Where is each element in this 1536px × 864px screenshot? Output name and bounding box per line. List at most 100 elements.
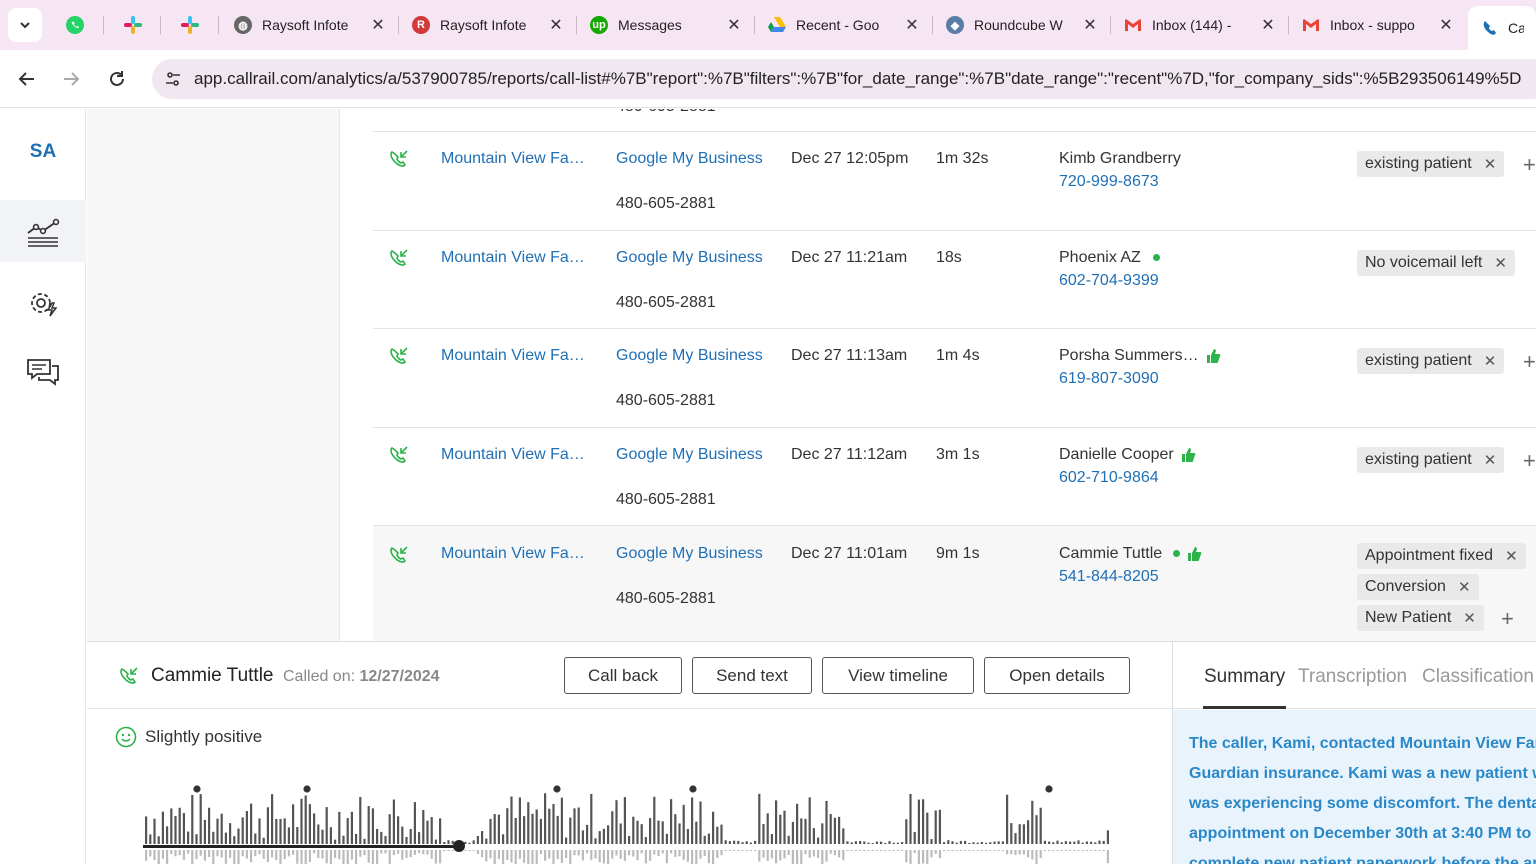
tab-search-button[interactable] <box>8 8 42 42</box>
source-link[interactable]: Google My Business <box>616 347 763 365</box>
waveform-bar <box>384 836 387 844</box>
source-link[interactable]: Google My Business <box>616 150 763 168</box>
waveform-bar <box>581 830 584 844</box>
waveform-marker[interactable] <box>553 785 561 793</box>
add-tag-button[interactable]: + <box>1523 351 1536 373</box>
company-link[interactable]: Mountain View Fa… <box>441 545 585 563</box>
caller-phone-link[interactable]: 541-844-8205 <box>1059 568 1159 586</box>
waveform-bar-lower <box>258 850 261 855</box>
waveform-bar-lower <box>380 850 383 854</box>
sidebar-item-conversations[interactable] <box>0 342 86 404</box>
sidebar-item-analytics[interactable] <box>0 200 86 262</box>
waveform-bar <box>577 807 580 844</box>
waveform-bar <box>951 841 954 844</box>
close-icon[interactable]: ✕ <box>1260 15 1276 35</box>
pinned-tab-slack-1[interactable] <box>118 10 148 40</box>
sidebar-item-settings[interactable] <box>0 273 86 335</box>
waveform-marker[interactable] <box>1045 785 1053 793</box>
tab-transcription[interactable]: Transcription <box>1298 666 1407 688</box>
remove-tag-icon[interactable]: ✕ <box>1463 609 1476 627</box>
caller-phone-link[interactable]: 602-704-9399 <box>1059 272 1159 290</box>
close-icon[interactable]: ✕ <box>548 15 564 35</box>
source-link[interactable]: Google My Business <box>616 446 763 464</box>
caller-phone-link[interactable]: 602-710-9864 <box>1059 469 1159 487</box>
table-row[interactable]: Mountain View Fa… Google My Business 480… <box>373 427 1536 525</box>
audio-waveform[interactable] <box>143 782 1113 864</box>
waveform-marker[interactable] <box>689 785 697 793</box>
view-timeline-button[interactable]: View timeline <box>822 657 974 694</box>
close-icon[interactable]: ✕ <box>1082 15 1098 35</box>
company-link[interactable]: Mountain View Fa… <box>441 249 585 267</box>
source-link[interactable]: Google My Business <box>616 249 763 267</box>
reload-button[interactable] <box>102 64 132 94</box>
waveform-bar-lower <box>241 850 244 857</box>
account-initials[interactable]: SA <box>0 141 86 163</box>
waveform-marker[interactable] <box>303 785 311 793</box>
add-tag-button[interactable]: + <box>1523 154 1536 176</box>
pinned-tab-whatsapp[interactable] <box>60 10 90 40</box>
waveform-marker[interactable] <box>193 785 201 793</box>
waveform-bar <box>934 810 937 844</box>
remove-tag-icon[interactable]: ✕ <box>1484 451 1497 469</box>
company-link[interactable]: Mountain View Fa… <box>441 446 585 464</box>
tab-raysoft-1[interactable]: ◍ Raysoft Infote ✕ <box>222 6 398 44</box>
tab-callrail-active[interactable]: Call <box>1468 6 1536 50</box>
remove-tag-icon[interactable]: ✕ <box>1484 352 1497 370</box>
close-icon[interactable]: ✕ <box>1438 15 1454 35</box>
back-button[interactable] <box>12 64 42 94</box>
tab-gmail-support[interactable]: Inbox - suppo ✕ <box>1290 6 1466 44</box>
waveform-bar <box>594 838 597 844</box>
send-text-button[interactable]: Send text <box>692 657 812 694</box>
tab-google-drive[interactable]: Recent - Goo ✕ <box>756 6 932 44</box>
table-row[interactable]: Mountain View Fa… Google My Business 480… <box>373 230 1536 328</box>
url-bar[interactable]: app.callrail.com/analytics/a/537900785/r… <box>152 59 1536 99</box>
remove-tag-icon[interactable]: ✕ <box>1484 155 1497 173</box>
site-info-icon[interactable] <box>160 66 186 92</box>
table-row[interactable]: Mountain View Fa… Google My Business 480… <box>373 131 1536 230</box>
waveform-bar <box>917 799 920 844</box>
add-tag-button[interactable]: + <box>1523 450 1536 472</box>
source-link[interactable]: Google My Business <box>616 545 763 563</box>
remove-tag-icon[interactable]: ✕ <box>1505 547 1518 565</box>
waveform-bar-lower <box>283 850 286 860</box>
add-tag-button[interactable]: + <box>1501 608 1514 630</box>
tab-gmail-inbox-144[interactable]: Inbox (144) - ✕ <box>1112 6 1288 44</box>
caller-phone-link[interactable]: 720-999-8673 <box>1059 173 1159 191</box>
waveform-bar-lower <box>1052 850 1055 851</box>
waveform-bar-lower <box>384 850 387 854</box>
tab-roundcube[interactable]: ◆ Roundcube W ✕ <box>934 6 1110 44</box>
table-row[interactable]: Mountain View Fa… Google My Business 480… <box>373 328 1536 427</box>
waveform-bar <box>476 836 479 844</box>
waveform-bar <box>968 842 971 844</box>
waveform-bar <box>1098 840 1101 844</box>
company-link[interactable]: Mountain View Fa… <box>441 150 585 168</box>
company-link[interactable]: Mountain View Fa… <box>441 347 585 365</box>
playhead-handle[interactable] <box>453 840 465 852</box>
table-row-selected[interactable]: Mountain View Fa… Google My Business 480… <box>373 525 1536 641</box>
waveform-bar-lower <box>388 850 391 864</box>
tab-raysoft-2[interactable]: R Raysoft Infote ✕ <box>400 6 576 44</box>
close-icon[interactable]: ✕ <box>726 15 742 35</box>
summary-line: appointment on December 30th at 3:40 PM … <box>1189 825 1536 842</box>
remove-tag-icon[interactable]: ✕ <box>1458 578 1471 596</box>
close-icon[interactable]: ✕ <box>370 15 386 35</box>
call-duration: 1m 32s <box>936 150 989 167</box>
waveform-bar-lower <box>174 850 177 857</box>
waveform-bar <box>871 842 874 844</box>
waveform-bar <box>371 808 374 844</box>
forward-button[interactable] <box>56 64 86 94</box>
waveform-bar <box>380 831 383 844</box>
waveform-bar-lower <box>741 850 744 851</box>
tab-messages[interactable]: up Messages ✕ <box>578 6 754 44</box>
call-back-button[interactable]: Call back <box>564 657 682 694</box>
remove-tag-icon[interactable]: ✕ <box>1494 254 1507 272</box>
tag-label: existing patient <box>1365 451 1472 468</box>
pinned-tab-slack-2[interactable] <box>175 10 205 40</box>
close-icon[interactable]: ✕ <box>904 15 920 35</box>
open-details-button[interactable]: Open details <box>984 657 1130 694</box>
waveform-bar <box>329 827 332 844</box>
tab-summary[interactable]: Summary <box>1204 666 1285 688</box>
waveform-bar <box>615 800 618 844</box>
caller-phone-link[interactable]: 619-807-3090 <box>1059 370 1159 388</box>
tab-classification[interactable]: Classification <box>1422 666 1534 688</box>
